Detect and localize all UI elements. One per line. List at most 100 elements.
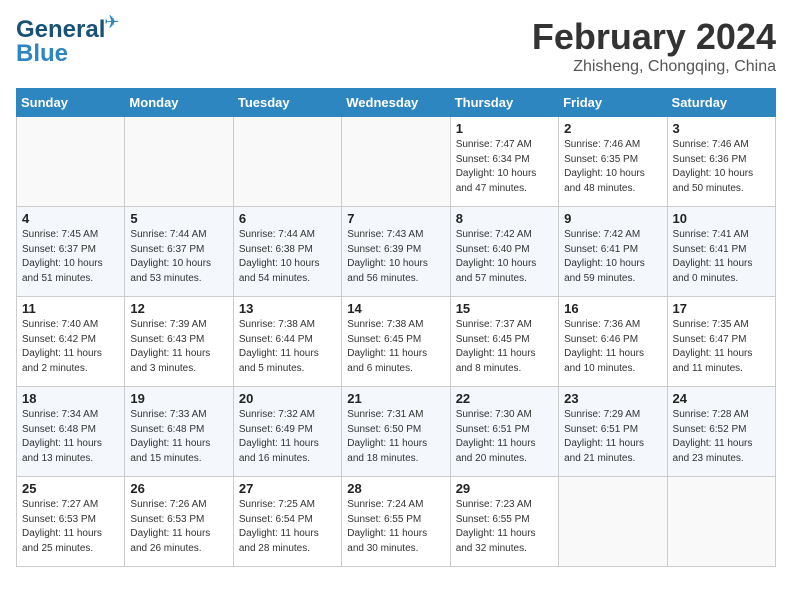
day-number: 11 (22, 301, 119, 316)
calendar-cell: 16 Sunrise: 7:36 AMSunset: 6:46 PMDayligh… (559, 297, 667, 387)
logo-general: General (16, 16, 105, 43)
weekday-header-monday: Monday (125, 89, 233, 117)
weekday-header-row: SundayMondayTuesdayWednesdayThursdayFrid… (17, 89, 776, 117)
day-info: Sunrise: 7:24 AMSunset: 6:55 PMDaylight:… (347, 498, 444, 556)
day-info: Sunrise: 7:45 AMSunset: 6:37 PMDaylight:… (22, 228, 119, 286)
day-info: Sunrise: 7:41 AMSunset: 6:41 PMDaylight:… (673, 228, 770, 286)
day-number: 27 (239, 481, 336, 496)
logo-blue: Blue (16, 40, 68, 68)
calendar-cell: 1 Sunrise: 7:47 AMSunset: 6:34 PMDaylight… (450, 117, 558, 207)
day-number: 26 (130, 481, 227, 496)
day-info: Sunrise: 7:25 AMSunset: 6:54 PMDaylight:… (239, 498, 336, 556)
day-number: 23 (564, 391, 661, 406)
day-number: 22 (456, 391, 553, 406)
day-number: 4 (22, 211, 119, 226)
calendar-cell (667, 477, 775, 567)
day-number: 21 (347, 391, 444, 406)
day-number: 6 (239, 211, 336, 226)
day-info: Sunrise: 7:39 AMSunset: 6:43 PMDaylight:… (130, 318, 227, 376)
calendar-cell: 20 Sunrise: 7:32 AMSunset: 6:49 PMDayligh… (233, 387, 341, 477)
calendar-cell: 2 Sunrise: 7:46 AMSunset: 6:35 PMDaylight… (559, 117, 667, 207)
day-number: 20 (239, 391, 336, 406)
calendar-cell (233, 117, 341, 207)
calendar-cell: 22 Sunrise: 7:30 AMSunset: 6:51 PMDayligh… (450, 387, 558, 477)
day-number: 3 (673, 121, 770, 136)
calendar-cell: 21 Sunrise: 7:31 AMSunset: 6:50 PMDayligh… (342, 387, 450, 477)
month-year-title: February 2024 (532, 16, 776, 58)
day-info: Sunrise: 7:44 AMSunset: 6:37 PMDaylight:… (130, 228, 227, 286)
calendar-cell: 12 Sunrise: 7:39 AMSunset: 6:43 PMDayligh… (125, 297, 233, 387)
calendar-cell: 4 Sunrise: 7:45 AMSunset: 6:37 PMDaylight… (17, 207, 125, 297)
calendar-cell: 27 Sunrise: 7:25 AMSunset: 6:54 PMDayligh… (233, 477, 341, 567)
weekday-header-sunday: Sunday (17, 89, 125, 117)
calendar-cell: 3 Sunrise: 7:46 AMSunset: 6:36 PMDaylight… (667, 117, 775, 207)
day-info: Sunrise: 7:42 AMSunset: 6:41 PMDaylight:… (564, 228, 661, 286)
calendar-cell: 13 Sunrise: 7:38 AMSunset: 6:44 PMDayligh… (233, 297, 341, 387)
day-number: 2 (564, 121, 661, 136)
day-info: Sunrise: 7:35 AMSunset: 6:47 PMDaylight:… (673, 318, 770, 376)
calendar-cell: 6 Sunrise: 7:44 AMSunset: 6:38 PMDaylight… (233, 207, 341, 297)
day-number: 29 (456, 481, 553, 496)
day-info: Sunrise: 7:33 AMSunset: 6:48 PMDaylight:… (130, 408, 227, 466)
calendar-week-1: 1 Sunrise: 7:47 AMSunset: 6:34 PMDaylight… (17, 117, 776, 207)
day-info: Sunrise: 7:44 AMSunset: 6:38 PMDaylight:… (239, 228, 336, 286)
calendar-cell: 26 Sunrise: 7:26 AMSunset: 6:53 PMDayligh… (125, 477, 233, 567)
day-number: 7 (347, 211, 444, 226)
day-number: 16 (564, 301, 661, 316)
weekday-header-tuesday: Tuesday (233, 89, 341, 117)
calendar-cell: 8 Sunrise: 7:42 AMSunset: 6:40 PMDaylight… (450, 207, 558, 297)
day-info: Sunrise: 7:26 AMSunset: 6:53 PMDaylight:… (130, 498, 227, 556)
location-subtitle: Zhisheng, Chongqing, China (532, 58, 776, 76)
day-info: Sunrise: 7:32 AMSunset: 6:49 PMDaylight:… (239, 408, 336, 466)
day-number: 1 (456, 121, 553, 136)
calendar-cell: 9 Sunrise: 7:42 AMSunset: 6:41 PMDaylight… (559, 207, 667, 297)
calendar-cell: 28Sunrise: 7:24 AMSunset: 6:55 PMDayligh… (342, 477, 450, 567)
day-number: 18 (22, 391, 119, 406)
calendar-cell: 17Sunrise: 7:35 AMSunset: 6:47 PMDayligh… (667, 297, 775, 387)
day-number: 24 (673, 391, 770, 406)
calendar-cell (342, 117, 450, 207)
day-info: Sunrise: 7:40 AMSunset: 6:42 PMDaylight:… (22, 318, 119, 376)
day-info: Sunrise: 7:28 AMSunset: 6:52 PMDaylight:… (673, 408, 770, 466)
day-info: Sunrise: 7:43 AMSunset: 6:39 PMDaylight:… (347, 228, 444, 286)
calendar-cell: 11 Sunrise: 7:40 AMSunset: 6:42 PMDayligh… (17, 297, 125, 387)
day-number: 25 (22, 481, 119, 496)
calendar-cell (125, 117, 233, 207)
day-info: Sunrise: 7:38 AMSunset: 6:44 PMDaylight:… (239, 318, 336, 376)
day-number: 12 (130, 301, 227, 316)
day-info: Sunrise: 7:36 AMSunset: 6:46 PMDaylight:… (564, 318, 661, 376)
header: General ✈ Blue February 2024 Zhisheng, C… (16, 16, 776, 76)
calendar-cell: 18 Sunrise: 7:34 AMSunset: 6:48 PMDayligh… (17, 387, 125, 477)
calendar-cell: 23Sunrise: 7:29 AMSunset: 6:51 PMDayligh… (559, 387, 667, 477)
calendar-cell: 19Sunrise: 7:33 AMSunset: 6:48 PMDayligh… (125, 387, 233, 477)
calendar-cell: 15 Sunrise: 7:37 AMSunset: 6:45 PMDayligh… (450, 297, 558, 387)
calendar-cell: 5 Sunrise: 7:44 AMSunset: 6:37 PMDaylight… (125, 207, 233, 297)
day-number: 10 (673, 211, 770, 226)
day-info: Sunrise: 7:27 AMSunset: 6:53 PMDaylight:… (22, 498, 119, 556)
day-info: Sunrise: 7:42 AMSunset: 6:40 PMDaylight:… (456, 228, 553, 286)
calendar-week-3: 11 Sunrise: 7:40 AMSunset: 6:42 PMDayligh… (17, 297, 776, 387)
day-number: 13 (239, 301, 336, 316)
day-number: 15 (456, 301, 553, 316)
day-info: Sunrise: 7:46 AMSunset: 6:35 PMDaylight:… (564, 138, 661, 196)
day-info: Sunrise: 7:30 AMSunset: 6:51 PMDaylight:… (456, 408, 553, 466)
day-info: Sunrise: 7:47 AMSunset: 6:34 PMDaylight:… (456, 138, 553, 196)
day-info: Sunrise: 7:37 AMSunset: 6:45 PMDaylight:… (456, 318, 553, 376)
weekday-header-friday: Friday (559, 89, 667, 117)
calendar-week-4: 18 Sunrise: 7:34 AMSunset: 6:48 PMDayligh… (17, 387, 776, 477)
calendar-table: SundayMondayTuesdayWednesdayThursdayFrid… (16, 88, 776, 567)
calendar-cell: 7 Sunrise: 7:43 AMSunset: 6:39 PMDaylight… (342, 207, 450, 297)
calendar-cell: 24 Sunrise: 7:28 AMSunset: 6:52 PMDayligh… (667, 387, 775, 477)
day-info: Sunrise: 7:31 AMSunset: 6:50 PMDaylight:… (347, 408, 444, 466)
day-info: Sunrise: 7:34 AMSunset: 6:48 PMDaylight:… (22, 408, 119, 466)
day-number: 5 (130, 211, 227, 226)
calendar-cell: 14Sunrise: 7:38 AMSunset: 6:45 PMDayligh… (342, 297, 450, 387)
weekday-header-saturday: Saturday (667, 89, 775, 117)
calendar-cell: 10 Sunrise: 7:41 AMSunset: 6:41 PMDayligh… (667, 207, 775, 297)
day-number: 9 (564, 211, 661, 226)
calendar-week-5: 25 Sunrise: 7:27 AMSunset: 6:53 PMDayligh… (17, 477, 776, 567)
logo: General ✈ Blue (16, 16, 105, 68)
day-info: Sunrise: 7:46 AMSunset: 6:36 PMDaylight:… (673, 138, 770, 196)
title-area: February 2024 Zhisheng, Chongqing, China (532, 16, 776, 76)
day-number: 8 (456, 211, 553, 226)
